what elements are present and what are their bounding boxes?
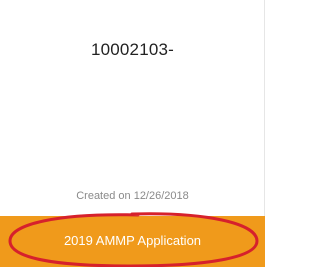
application-name-label: 2019 AMMP Application: [63, 233, 202, 248]
application-id: 10002103-: [90, 40, 175, 59]
card-body[interactable]: 10002103- Created on 12/26/2018: [0, 0, 265, 215]
application-card[interactable]: 10002103- Created on 12/26/2018 2019 AMM…: [0, 0, 265, 267]
created-date: Created on 12/26/2018: [76, 190, 189, 202]
application-footer-button[interactable]: 2019 AMMP Application: [0, 216, 265, 267]
